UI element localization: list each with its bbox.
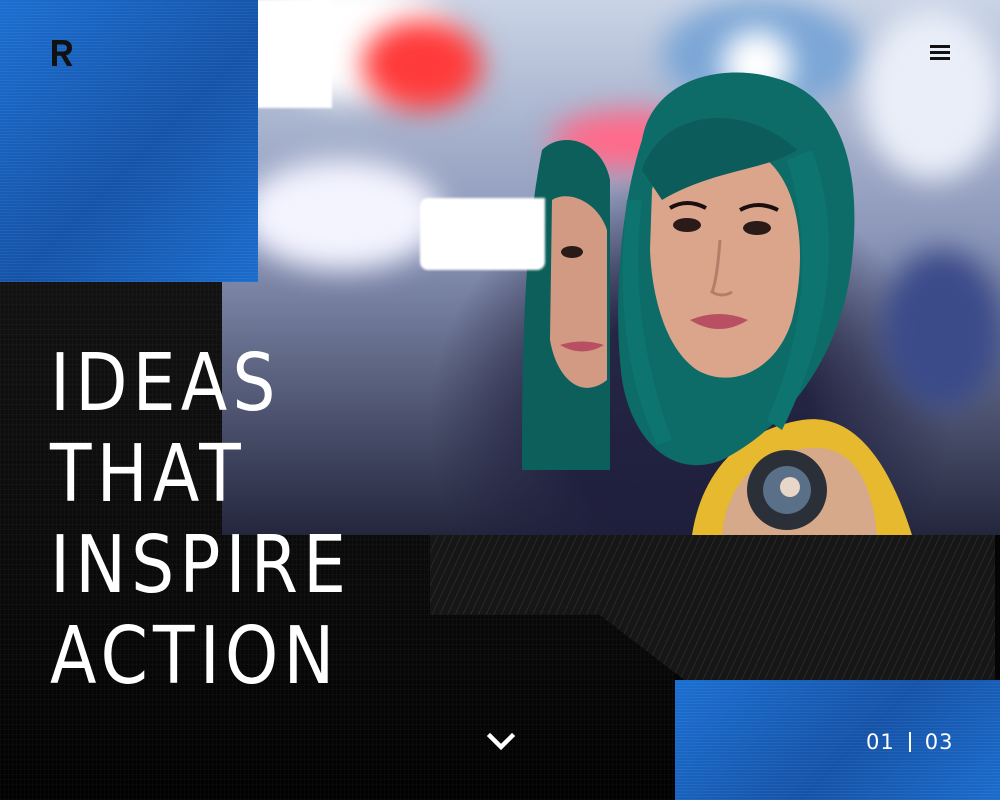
- headline-line: ACTION: [50, 610, 340, 702]
- headline-line: INSPIRE: [50, 519, 352, 611]
- brand-logo[interactable]: [50, 38, 74, 68]
- chevron-down-icon[interactable]: [484, 728, 518, 756]
- headline-line: THAT: [50, 428, 246, 520]
- menu-line: [930, 45, 950, 48]
- pagination-current: 01: [866, 730, 895, 754]
- accent-block: [0, 0, 258, 282]
- hamburger-menu-icon[interactable]: [924, 40, 956, 66]
- menu-line: [930, 57, 950, 60]
- headline-line: IDEAS: [50, 337, 281, 429]
- hero-slide: IDEAS THAT INSPIRE ACTION 01 03: [0, 0, 1000, 800]
- pagination-separator: [908, 732, 911, 752]
- hero-headline: IDEAS THAT INSPIRE ACTION: [50, 338, 351, 702]
- pagination-total: 03: [924, 730, 954, 754]
- glitch-bar: [420, 198, 545, 270]
- menu-line: [930, 51, 950, 54]
- slide-pagination: 01 03: [866, 728, 953, 756]
